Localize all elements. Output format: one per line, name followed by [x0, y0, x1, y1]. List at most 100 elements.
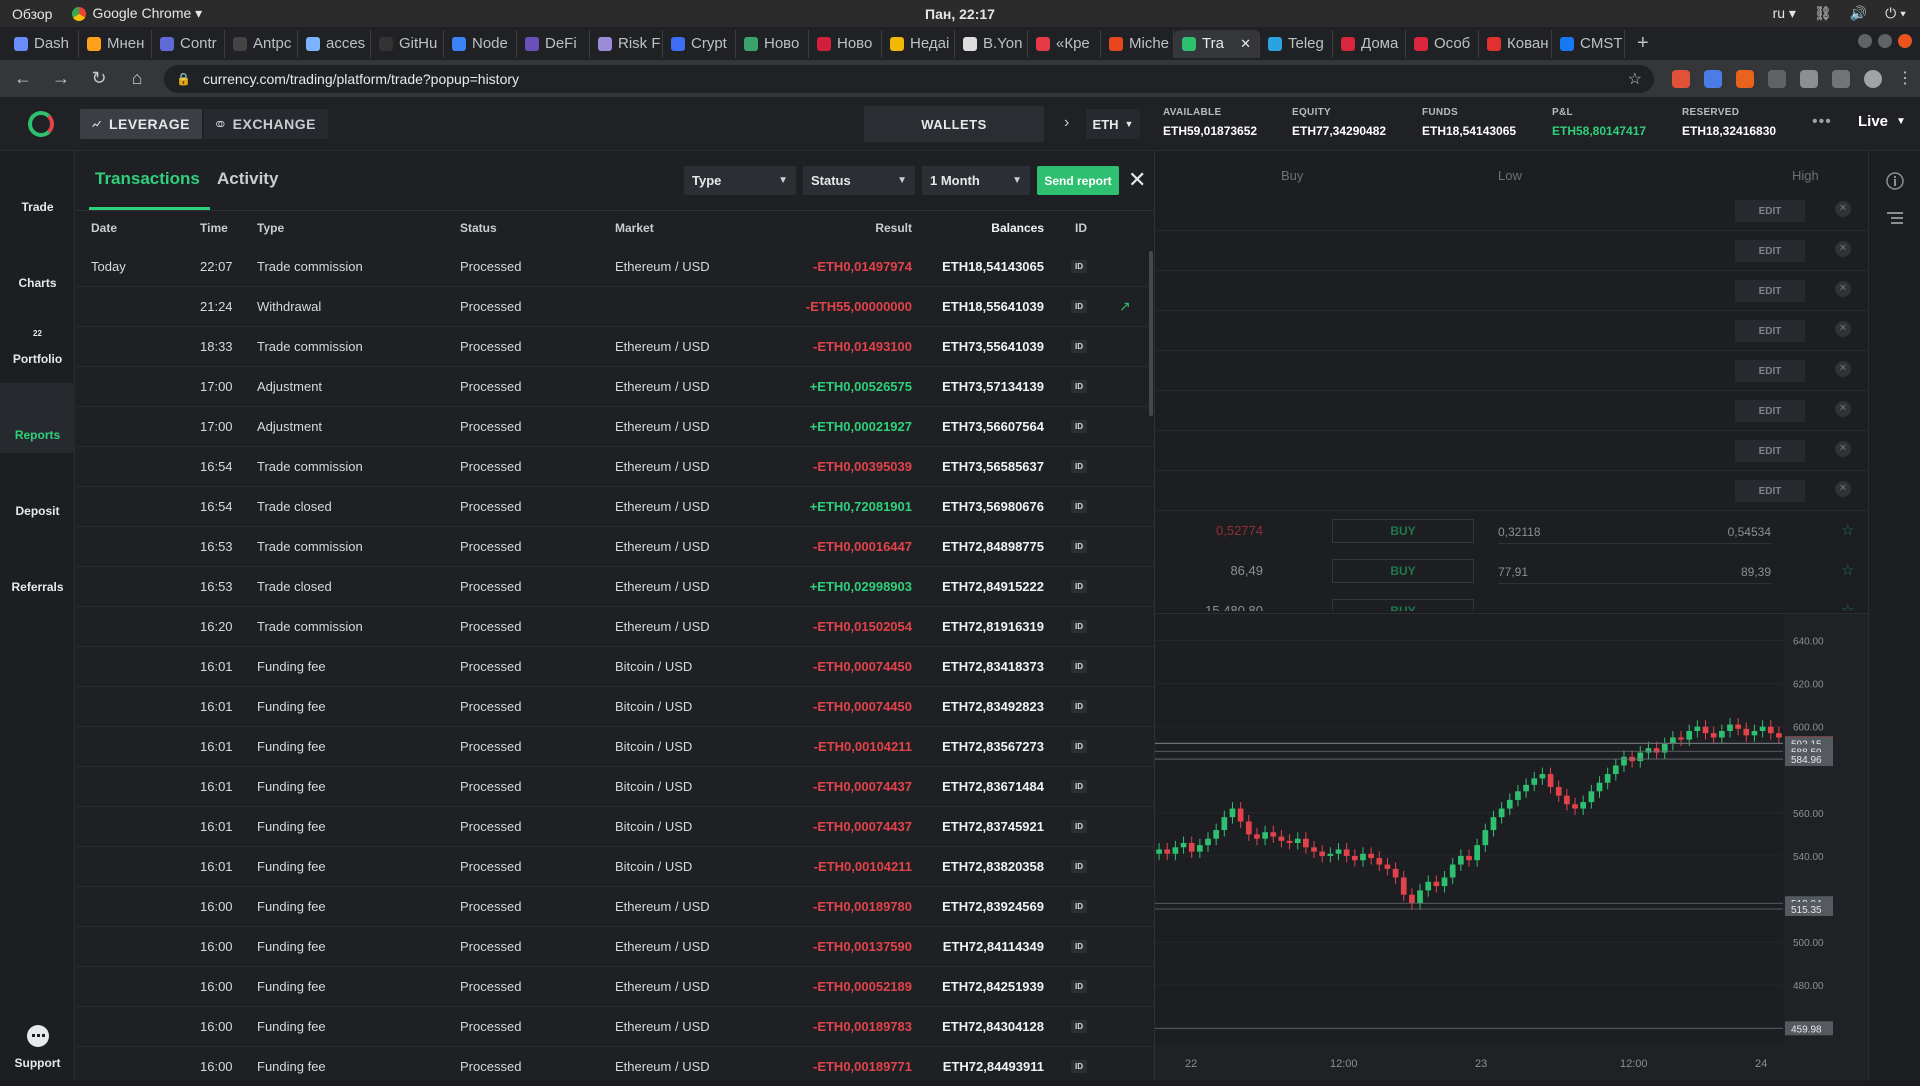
table-row[interactable]: 16:00 Funding fee Processed Ethereum / USD -…	[75, 1007, 1154, 1047]
extension-icon[interactable]	[1672, 69, 1690, 88]
table-row[interactable]: 16:54 Trade closed Processed Ethereum / USD…	[75, 487, 1154, 527]
column-header-balances[interactable]: Balances	[991, 221, 1044, 235]
puzzle-icon[interactable]	[1800, 69, 1818, 88]
scrollbar[interactable]	[1149, 251, 1153, 416]
browser-tab[interactable]: Ново	[736, 29, 809, 58]
transaction-id-button[interactable]: ID	[1071, 780, 1087, 793]
instrument-row[interactable]: 15 480,80 BUY ☆	[1155, 591, 1868, 611]
currency-logo-icon[interactable]	[28, 111, 54, 137]
transaction-id-button[interactable]: ID	[1071, 420, 1087, 433]
table-row[interactable]: 17:00 Adjustment Processed Ethereum / USD +E…	[75, 367, 1154, 407]
edit-order-button[interactable]: EDIT	[1735, 440, 1805, 462]
browser-tab[interactable]: B.Yon	[955, 29, 1028, 58]
browser-tab[interactable]: Teleg	[1260, 29, 1333, 58]
table-row[interactable]: 18:33 Trade commission Processed Ethereum /…	[75, 327, 1154, 367]
cancel-order-icon[interactable]: ✕	[1835, 361, 1851, 377]
browser-tab[interactable]: Мнен	[79, 29, 152, 58]
transaction-id-button[interactable]: ID	[1071, 700, 1087, 713]
minimize-icon[interactable]	[1858, 34, 1872, 48]
browser-tab[interactable]: Crypt	[663, 29, 736, 58]
transaction-id-button[interactable]: ID	[1071, 980, 1087, 993]
new-tab-button[interactable]: +	[1625, 32, 1661, 55]
edit-order-button[interactable]: EDIT	[1735, 360, 1805, 382]
buy-button[interactable]: BUY	[1332, 599, 1474, 611]
table-row[interactable]: 16:00 Funding fee Processed Ethereum / USD -…	[75, 1047, 1154, 1080]
transaction-id-button[interactable]: ID	[1071, 740, 1087, 753]
extension-icon[interactable]	[1768, 69, 1786, 88]
sidebar-item-portfolio[interactable]: 22 Portfolio	[0, 307, 75, 377]
table-row[interactable]: 16:00 Funding fee Processed Ethereum / USD -…	[75, 927, 1154, 967]
cancel-order-icon[interactable]: ✕	[1835, 321, 1851, 337]
browser-tab[interactable]: Дома	[1333, 29, 1406, 58]
transaction-id-button[interactable]: ID	[1071, 380, 1087, 393]
exchange-button[interactable]: EXCHANGE	[204, 109, 328, 139]
transaction-id-button[interactable]: ID	[1071, 500, 1087, 513]
table-row[interactable]: 16:01 Funding fee Processed Bitcoin / USD -E…	[75, 807, 1154, 847]
favorite-star-icon[interactable]: ☆	[1841, 561, 1854, 579]
browser-tab[interactable]: GitHu	[371, 29, 444, 58]
table-row[interactable]: Today 22:07 Trade commission Processed Ether…	[75, 247, 1154, 287]
favorite-star-icon[interactable]: ☆	[1841, 521, 1854, 539]
maximize-icon[interactable]	[1878, 34, 1892, 48]
info-icon[interactable]	[1885, 171, 1905, 191]
profile-avatar[interactable]	[1864, 69, 1882, 88]
browser-tab[interactable]: DeFi	[517, 29, 590, 58]
sidebar-item-trade[interactable]: Trade	[0, 155, 75, 225]
transaction-id-button[interactable]: ID	[1071, 340, 1087, 353]
browser-tab[interactable]: Кован	[1479, 29, 1552, 58]
sidebar-item-referrals[interactable]: Referrals	[0, 535, 75, 605]
edit-order-button[interactable]: EDIT	[1735, 400, 1805, 422]
close-icon[interactable]: ✕	[1128, 167, 1146, 193]
network-icon[interactable]: ⛓	[1814, 5, 1832, 22]
browser-tab[interactable]: Antpc	[225, 29, 298, 58]
browser-tab[interactable]: Tra ✕	[1174, 29, 1260, 58]
cancel-order-icon[interactable]: ✕	[1835, 481, 1851, 497]
table-row[interactable]: 17:00 Adjustment Processed Ethereum / USD +E…	[75, 407, 1154, 447]
browser-tab[interactable]: Contr	[152, 29, 225, 58]
activities-button[interactable]: Обзор	[12, 6, 52, 22]
candlestick-chart[interactable]: 640.00 620.00 600.00 560.00 540.00 500.00 480.…	[1155, 614, 1868, 1081]
support-button[interactable]: Support	[0, 1011, 75, 1081]
table-row[interactable]: 21:24 Withdrawal Processed -ETH55,00000000 E…	[75, 287, 1154, 327]
table-row[interactable]: 16:00 Funding fee Processed Ethereum / USD -…	[75, 887, 1154, 927]
bookmark-star-icon[interactable]: ☆	[1628, 69, 1642, 89]
transaction-id-button[interactable]: ID	[1071, 660, 1087, 673]
table-row[interactable]: 16:20 Trade commission Processed Ethereum /…	[75, 607, 1154, 647]
transaction-id-button[interactable]: ID	[1071, 620, 1087, 633]
table-row[interactable]: 16:54 Trade commission Processed Ethereum /…	[75, 447, 1154, 487]
cancel-order-icon[interactable]: ✕	[1835, 401, 1851, 417]
edit-order-button[interactable]: EDIT	[1735, 320, 1805, 342]
column-header-id[interactable]: ID	[1075, 221, 1087, 235]
cancel-order-icon[interactable]: ✕	[1835, 441, 1851, 457]
app-menu[interactable]: Google Chrome ▾	[72, 5, 202, 22]
browser-tab[interactable]: «Кре	[1028, 29, 1101, 58]
table-row[interactable]: 16:01 Funding fee Processed Bitcoin / USD -E…	[75, 847, 1154, 887]
favorite-star-icon[interactable]: ☆	[1841, 601, 1854, 611]
transaction-id-button[interactable]: ID	[1071, 460, 1087, 473]
table-row[interactable]: 16:53 Trade commission Processed Ethereum /…	[75, 527, 1154, 567]
browser-tab[interactable]: Ново	[809, 29, 882, 58]
more-options-icon[interactable]: •••	[1812, 113, 1832, 131]
instrument-row[interactable]: 0,52774 BUY 0,32118 0,54534 ☆	[1155, 511, 1868, 551]
chevron-right-icon[interactable]: ›	[1064, 114, 1069, 132]
volume-icon[interactable]: 🔊	[1850, 5, 1867, 22]
sidebar-item-charts[interactable]: Charts	[0, 231, 75, 301]
sidebar-item-reports[interactable]: Reports	[0, 383, 75, 453]
table-row[interactable]: 16:53 Trade closed Processed Ethereum / USD…	[75, 567, 1154, 607]
sidebar-item-deposit[interactable]: Deposit	[0, 459, 75, 529]
transaction-id-button[interactable]: ID	[1071, 540, 1087, 553]
browser-tab[interactable]: Node	[444, 29, 517, 58]
browser-tab[interactable]: acces	[298, 29, 371, 58]
transaction-id-button[interactable]: ID	[1071, 820, 1087, 833]
reload-icon[interactable]: ↻	[84, 68, 114, 89]
home-icon[interactable]: ⌂	[122, 68, 152, 89]
column-header-type[interactable]: Type	[257, 221, 284, 235]
transaction-id-button[interactable]: ID	[1071, 260, 1087, 273]
list-settings-icon[interactable]	[1885, 209, 1905, 229]
back-icon[interactable]: ←	[8, 68, 38, 89]
window-close-icon[interactable]	[1898, 34, 1912, 48]
type-filter-dropdown[interactable]: Type ▼	[684, 166, 796, 195]
address-bar[interactable]: 🔒 currency.com/trading/platform/trade?po…	[164, 64, 1654, 93]
column-header-time[interactable]: Time	[200, 221, 228, 235]
cancel-order-icon[interactable]: ✕	[1835, 241, 1851, 257]
